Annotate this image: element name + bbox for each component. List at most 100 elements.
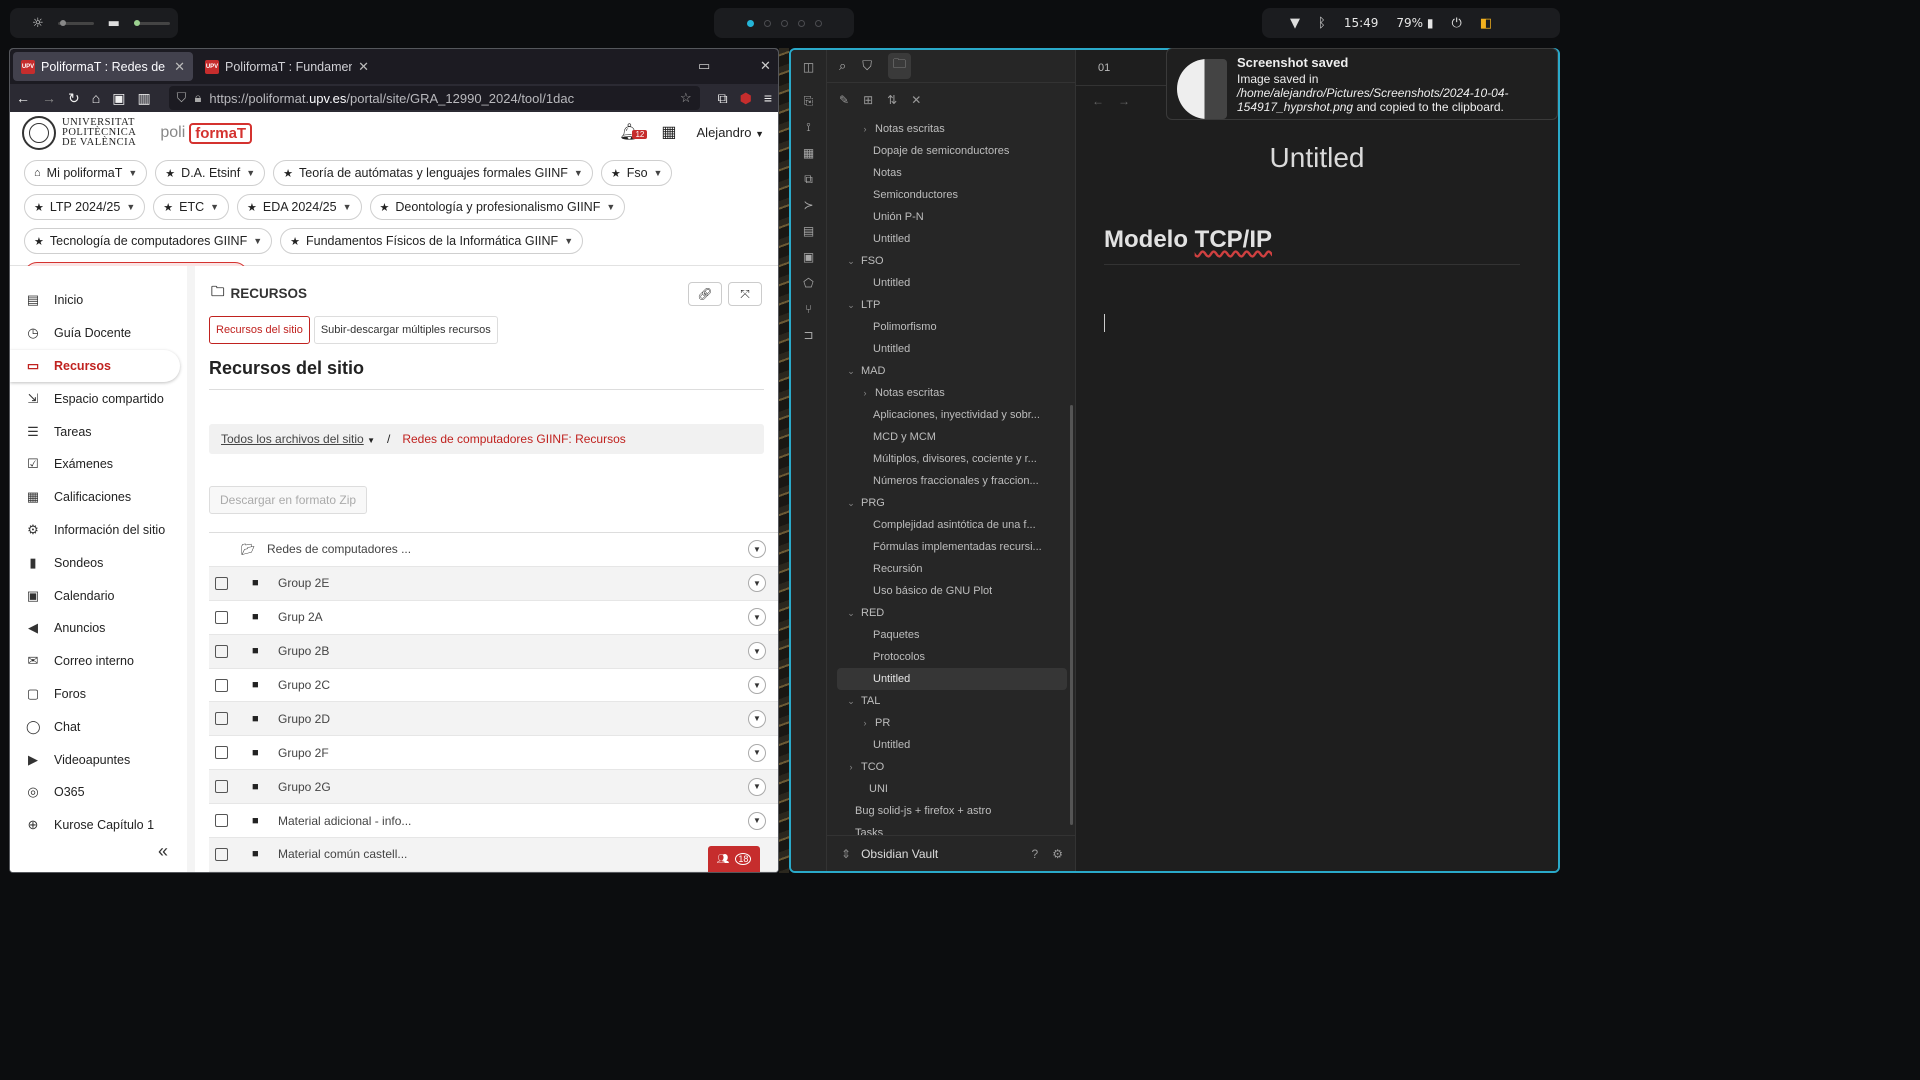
sidebar-item[interactable]: ⚙ Información del sitio — [10, 514, 187, 547]
workspace-dot[interactable] — [780, 19, 788, 27]
row-checkbox[interactable] — [215, 847, 228, 861]
new-folder-icon[interactable]: ⊞ — [863, 93, 873, 107]
search-icon[interactable]: ⌕ — [839, 58, 846, 74]
tree-file[interactable]: Protocolos — [827, 646, 1067, 668]
site-pill[interactable]: ★ EDA 2024/25 ▼ — [237, 194, 362, 220]
table-row[interactable]: ■ Group 2E ▼ — [209, 566, 778, 601]
folder-name[interactable]: Grupo 2B — [278, 644, 329, 658]
tree-file[interactable]: Bug solid-js + firefox + astro — [827, 800, 1067, 822]
chevron-right-icon[interactable]: › — [845, 762, 857, 772]
row-actions-dropdown[interactable]: ▼ — [748, 676, 766, 694]
note-heading[interactable]: Modelo TCP/IP — [1104, 226, 1520, 265]
chevron-right-icon[interactable]: › — [859, 124, 871, 134]
site-pill[interactable]: ★ Fso ▼ — [600, 160, 673, 186]
root-folder-row[interactable]: 📂︎ Redes de computadores ... ▼ — [209, 533, 778, 567]
site-pill[interactable]: ★ Teoría de autómatas y lenguajes formale… — [273, 160, 593, 186]
row-actions-dropdown[interactable]: ▼ — [748, 811, 766, 830]
site-pill[interactable]: ★ Deontología y profesionalismo GIINF ▼ — [369, 194, 626, 220]
chevron-down-icon[interactable]: ▼ — [246, 168, 255, 178]
sidebar-item[interactable]: ▣ Calendario — [10, 579, 187, 612]
breadcrumb-root[interactable]: Todos los archivos del sitio ▼ — [221, 432, 375, 446]
site-pill[interactable]: ⌂ Mi poliformaT ▼ — [24, 160, 148, 186]
folder-name[interactable]: Grupo 2D — [278, 712, 330, 726]
tree-file[interactable]: Notas — [827, 162, 1067, 184]
chevron-down-icon[interactable]: ▼ — [126, 202, 135, 212]
file-explorer-tab-icon[interactable]: 🗀︎ — [888, 53, 912, 79]
site-pill[interactable]: ★ Fundamentos Físicos de la Informática G… — [280, 228, 584, 254]
tree-file[interactable]: Untitled — [827, 734, 1067, 756]
sidebar-item[interactable]: ◯ Chat — [10, 710, 187, 743]
browser-tab-redes[interactable]: UPV PoliformaT : Redes de co ✕ — [13, 52, 193, 81]
power-icon[interactable]: ⏻ — [1452, 16, 1462, 31]
brightness-slider[interactable] — [57, 19, 94, 26]
tree-file[interactable]: Aplicaciones, inyectividad y sobr... — [827, 404, 1067, 426]
tree-folder[interactable]: ⌄ RED — [827, 602, 1067, 624]
command-palette-icon[interactable]: ≻ — [791, 192, 826, 218]
tree-file[interactable]: Semiconductores — [827, 184, 1067, 206]
file-tree-scrollbar[interactable] — [1070, 405, 1073, 825]
row-actions-dropdown[interactable]: ▼ — [748, 540, 766, 559]
close-icon[interactable]: ✕ — [174, 59, 185, 75]
screenshot-notification[interactable]: Screenshot saved Image saved in /home/al… — [1166, 48, 1558, 120]
sidebar-item[interactable]: ▶ Videoapuntes — [10, 743, 187, 776]
sidebar-item[interactable]: ▮ Sondeos — [10, 546, 187, 579]
ublock-icon[interactable]: ⬢ — [740, 90, 752, 107]
tree-file[interactable]: Paquetes — [827, 624, 1067, 646]
templates-icon[interactable]: ⧉ — [791, 166, 826, 192]
chevron-down-icon[interactable]: ▼ — [128, 168, 137, 178]
folder-name[interactable]: Grup 2A — [278, 610, 323, 624]
chevron-down-icon[interactable]: ⌄ — [845, 696, 857, 707]
audio-icon[interactable]: ⊐ — [791, 322, 826, 348]
canvas-icon[interactable]: ▦ — [791, 140, 826, 166]
chevron-down-icon[interactable]: ⌄ — [845, 300, 857, 311]
row-actions-dropdown[interactable]: ▼ — [748, 608, 766, 627]
collapse-sidebar-icon[interactable]: « — [158, 841, 168, 862]
sidebar-item[interactable]: ▭ Recursos — [10, 349, 180, 383]
tree-file[interactable]: Dopaje de semiconductores — [827, 140, 1067, 162]
bookmark-icon[interactable]: ⛉ — [862, 58, 872, 74]
row-actions-dropdown[interactable]: ▼ — [748, 709, 766, 728]
brightness-icon[interactable]: ☼ — [32, 16, 44, 31]
sidebar-item[interactable]: ⊕ Kurose Capítulo 1 — [10, 809, 187, 842]
folder-name[interactable]: Material adicional - info... — [278, 814, 411, 828]
browser-tab-fundamentos[interactable]: UPV PoliformaT : Fundamento ✕ — [197, 52, 377, 81]
tab-upload-download[interactable]: Subir-descargar múltiples recursos — [313, 316, 498, 344]
poliformat-logo[interactable]: poli formaT — [160, 122, 253, 144]
sidebar-toggle-icon[interactable]: ◫ — [791, 50, 826, 84]
wifi-icon[interactable]: ▼ — [1290, 16, 1300, 31]
row-actions-dropdown[interactable]: ▼ — [748, 777, 766, 796]
forward-icon[interactable]: → — [42, 90, 56, 106]
graph-view-icon[interactable]: ⟟ — [791, 114, 826, 140]
row-checkbox[interactable] — [215, 644, 228, 658]
folder-name[interactable]: Grupo 2G — [278, 780, 331, 794]
collapse-all-icon[interactable]: ✕ — [911, 93, 921, 107]
tree-file[interactable]: Untitled — [827, 228, 1067, 250]
row-checkbox[interactable] — [215, 678, 228, 692]
row-checkbox[interactable] — [215, 814, 228, 828]
star-icon[interactable]: ★ — [247, 201, 257, 214]
row-actions-dropdown[interactable]: ▼ — [748, 574, 766, 593]
clock[interactable]: 15:49 — [1344, 16, 1379, 30]
table-row[interactable]: ■ Grupo 2G ▼ — [209, 770, 778, 805]
tree-folder[interactable]: ⌄ LTP — [827, 294, 1067, 316]
shield-icon[interactable]: ⛉ — [177, 90, 187, 106]
chevron-down-icon[interactable]: ▼ — [564, 236, 573, 246]
sidebar-item[interactable]: ▤ Inicio — [10, 284, 187, 317]
home-icon[interactable]: ⌂ — [34, 167, 41, 179]
row-checkbox[interactable] — [215, 746, 228, 760]
pocket-icon[interactable]: ▣ — [112, 90, 125, 107]
chevron-down-icon[interactable]: ▼ — [606, 202, 615, 212]
new-note-icon[interactable]: ✎ — [839, 93, 849, 107]
workspace-dot[interactable] — [814, 19, 822, 27]
tree-file[interactable]: Uso básico de GNU Plot — [827, 580, 1067, 602]
sidebar-item[interactable]: ◷ Guía Docente — [10, 317, 187, 350]
star-icon[interactable]: ★ — [34, 235, 44, 248]
tree-folder[interactable]: ⌄ FSO — [827, 250, 1067, 272]
window-close-icon[interactable]: ✕ — [760, 58, 771, 74]
tree-file[interactable]: MCD y MCM — [827, 426, 1067, 448]
table-row[interactable]: ■ Grupo 2C ▼ — [209, 669, 778, 703]
star-icon[interactable]: ★ — [380, 201, 390, 214]
folder-name[interactable]: Group 2E — [278, 576, 329, 590]
star-icon[interactable]: ★ — [163, 201, 173, 214]
keyboard-icon[interactable]: ▬ — [108, 16, 120, 31]
